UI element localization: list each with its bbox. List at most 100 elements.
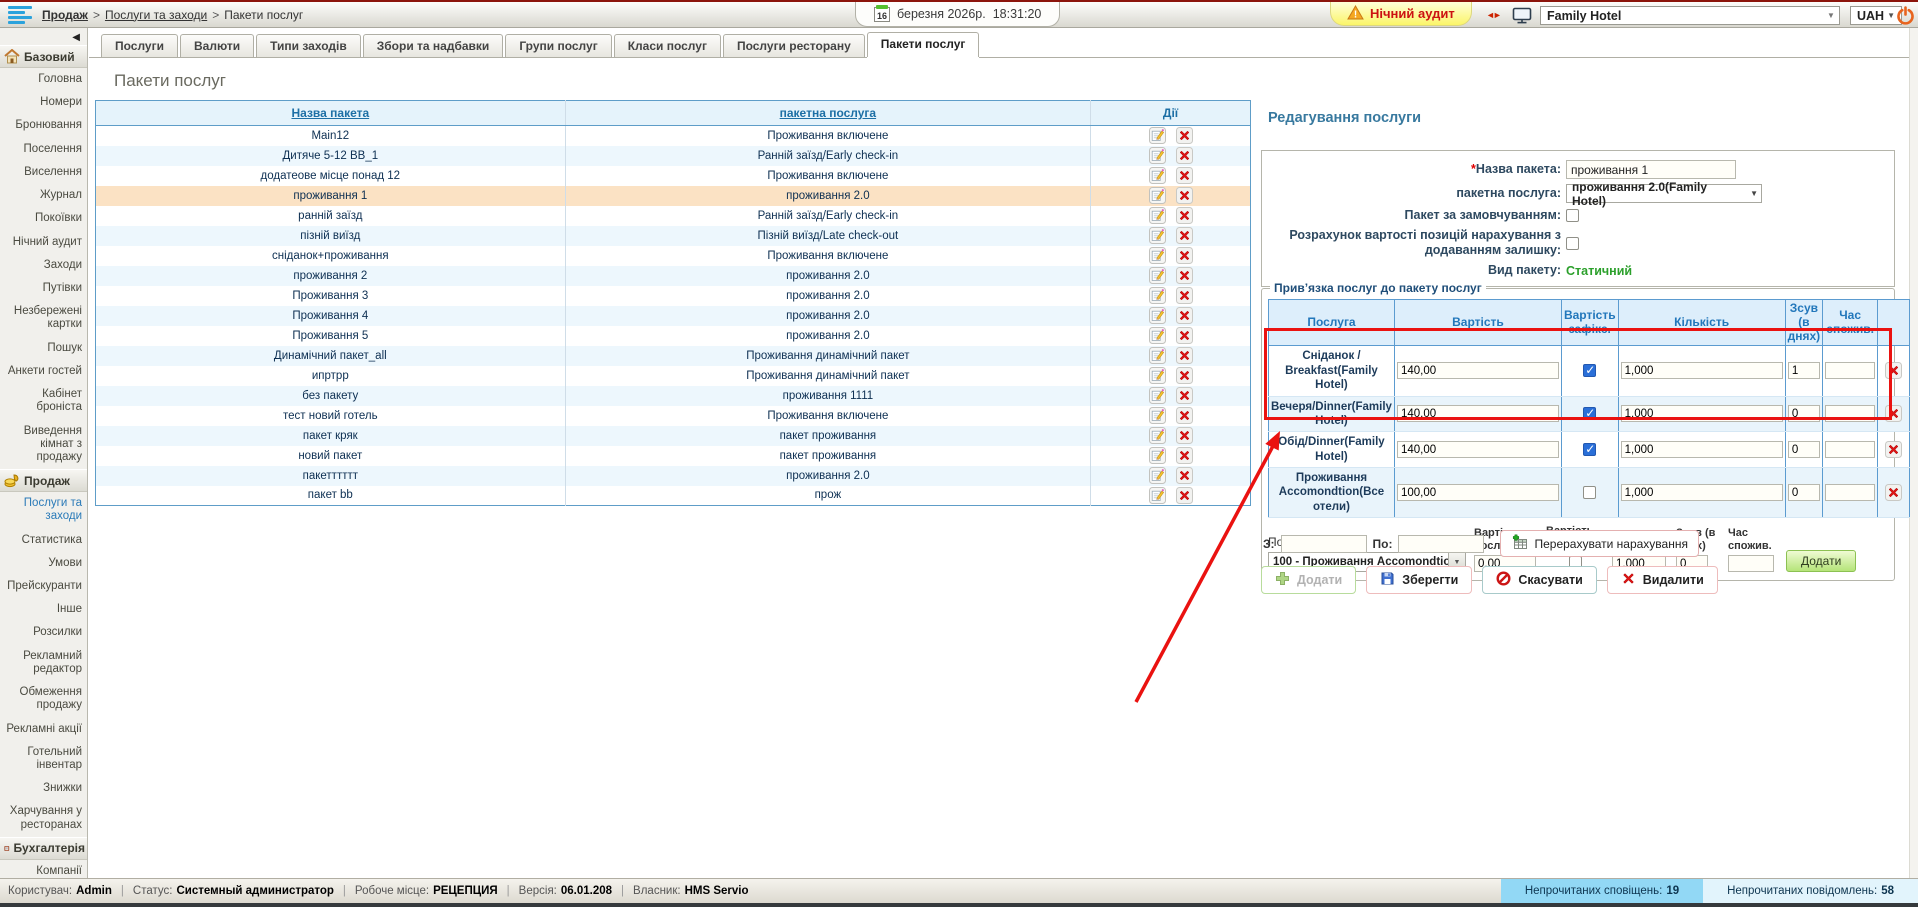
edit-button[interactable] [1149,167,1166,184]
delete-button[interactable] [1176,387,1193,404]
delete-button[interactable] [1176,407,1193,424]
edit-button[interactable] [1149,447,1166,464]
edit-button[interactable] [1149,187,1166,204]
delete-button[interactable] [1176,167,1193,184]
cost-input[interactable] [1397,362,1559,379]
edit-button[interactable] [1149,287,1166,304]
sidebar-item[interactable]: Рекламні акції [0,718,87,741]
table-row[interactable]: проживання 2проживання 2.0 [96,266,1251,286]
range-from-input[interactable] [1281,535,1367,553]
power-button[interactable] [1896,6,1915,28]
sidebar-item[interactable]: Рекламний редактор [0,645,87,681]
table-row[interactable]: без пакетупроживання 1111 [96,386,1251,406]
delete-button[interactable] [1176,227,1193,244]
remove-service-button[interactable] [1885,362,1902,379]
column-header-package-name[interactable]: Назва пакета [96,101,566,126]
breadcrumb-link-services[interactable]: Послуги та заходи [105,8,207,22]
table-row[interactable]: Проживання 4проживання 2.0 [96,306,1251,326]
edit-button[interactable] [1149,467,1166,484]
sidebar-item[interactable]: Обмеження продажу [0,681,87,717]
edit-button[interactable] [1149,207,1166,224]
delete-button[interactable] [1176,247,1193,264]
table-row[interactable]: пізній виїздПізній виїзд/Late check-out [96,226,1251,246]
night-audit-button[interactable]: ! Нічний аудит [1330,2,1472,26]
sidebar-item[interactable]: Бронювання [0,114,87,137]
table-row[interactable]: Main12Проживання включене [96,126,1251,146]
cost-input[interactable] [1397,484,1559,501]
sidebar-item[interactable]: Прейскуранти [0,575,87,598]
table-row[interactable]: ранній заїздРанній заїзд/Early check-in [96,206,1251,226]
delete-button[interactable] [1176,367,1193,384]
edit-button[interactable] [1149,427,1166,444]
calc-remainder-checkbox[interactable] [1566,237,1579,250]
sidebar-item[interactable]: Незбережені картки [0,300,87,336]
recalculate-button[interactable]: Перерахувати нарахування [1500,530,1699,557]
tab[interactable]: Валюти [180,34,254,57]
edit-button[interactable] [1149,367,1166,384]
shift-input[interactable] [1788,484,1820,501]
notifications-badge[interactable]: Непрочитаних сповіщень:19 [1501,879,1703,903]
edit-button[interactable] [1149,327,1166,344]
delete-button[interactable] [1176,427,1193,444]
edit-button[interactable] [1149,487,1166,504]
range-to-input[interactable] [1398,535,1484,553]
tab[interactable]: Групи послуг [505,34,611,57]
sidebar-item[interactable]: Статистика [0,529,87,552]
messages-badge[interactable]: Непрочитаних повідомлень:58 [1703,879,1918,903]
table-row[interactable]: Дитяче 5-12 BB_1Ранній заїзд/Early check… [96,146,1251,166]
edit-button[interactable] [1149,247,1166,264]
cancel-button[interactable]: Скасувати [1482,566,1596,594]
sidebar-item[interactable]: Заходи [0,254,87,277]
sidebar-item[interactable]: Компанії [0,860,87,878]
time-input[interactable] [1825,441,1875,458]
delete-button[interactable] [1176,207,1193,224]
fixed-cost-checkbox[interactable] [1583,443,1596,456]
sidebar-section-header[interactable]: Продаж [0,469,87,492]
sidebar-item[interactable]: Знижки [0,777,87,800]
sidebar-item[interactable]: Виведення кімнат з продажу [0,420,87,470]
delete-button[interactable] [1176,447,1193,464]
sidebar-item[interactable]: Нічний аудит [0,231,87,254]
shift-input[interactable] [1788,362,1820,379]
delete-package-button[interactable]: Видалити [1607,566,1718,594]
table-row[interactable]: Динамічний пакет_allПроживання динамічни… [96,346,1251,366]
column-header-package-service[interactable]: пакетна послуга [565,101,1091,126]
fixed-cost-checkbox[interactable] [1583,364,1596,377]
hotel-select[interactable]: Family Hotel▼ [1540,6,1840,25]
tab[interactable]: Класи послуг [614,34,721,57]
tab[interactable]: Збори та надбавки [363,34,504,57]
menu-icon[interactable] [8,6,36,24]
delete-button[interactable] [1176,187,1193,204]
delete-button[interactable] [1176,267,1193,284]
time-input[interactable] [1825,362,1875,379]
table-row[interactable]: додатеове місце понад 12Проживання включ… [96,166,1251,186]
sidebar-section-header[interactable]: Базовий [0,45,87,68]
package-name-input[interactable] [1566,160,1736,179]
breadcrumb-link-sales[interactable]: Продаж [42,8,88,22]
sidebar-item[interactable]: Кабінет броніста [0,383,87,419]
sidebar-item[interactable]: Виселення [0,161,87,184]
delete-button[interactable] [1176,467,1193,484]
edit-button[interactable] [1149,307,1166,324]
table-row[interactable]: ипртррПроживання динамічний пакет [96,366,1251,386]
tab[interactable]: Послуги ресторану [723,34,865,57]
qty-input[interactable] [1621,362,1783,379]
sidebar-item[interactable]: Послуги та заходи [0,492,87,528]
edit-button[interactable] [1149,127,1166,144]
shift-input[interactable] [1788,441,1820,458]
table-row[interactable]: тест новий готельПроживання включене [96,406,1251,426]
fixed-cost-checkbox[interactable] [1583,486,1596,499]
table-row[interactable]: Проживання 5проживання 2.0 [96,326,1251,346]
currency-select[interactable]: UAH▼ [1850,6,1902,25]
delete-button[interactable] [1176,347,1193,364]
delete-button[interactable] [1176,327,1193,344]
qty-input[interactable] [1621,484,1783,501]
tab[interactable]: Пакети послуг [867,32,980,57]
sidebar-item[interactable]: Готельний інвентар [0,741,87,777]
add-package-button[interactable]: Додати [1261,566,1356,594]
sidebar-item[interactable]: Поселення [0,138,87,161]
sidebar-item[interactable]: Покоївки [0,207,87,230]
cost-input[interactable] [1397,405,1559,422]
fixed-cost-checkbox[interactable] [1583,407,1596,420]
sidebar-item[interactable]: Анкети гостей [0,360,87,383]
